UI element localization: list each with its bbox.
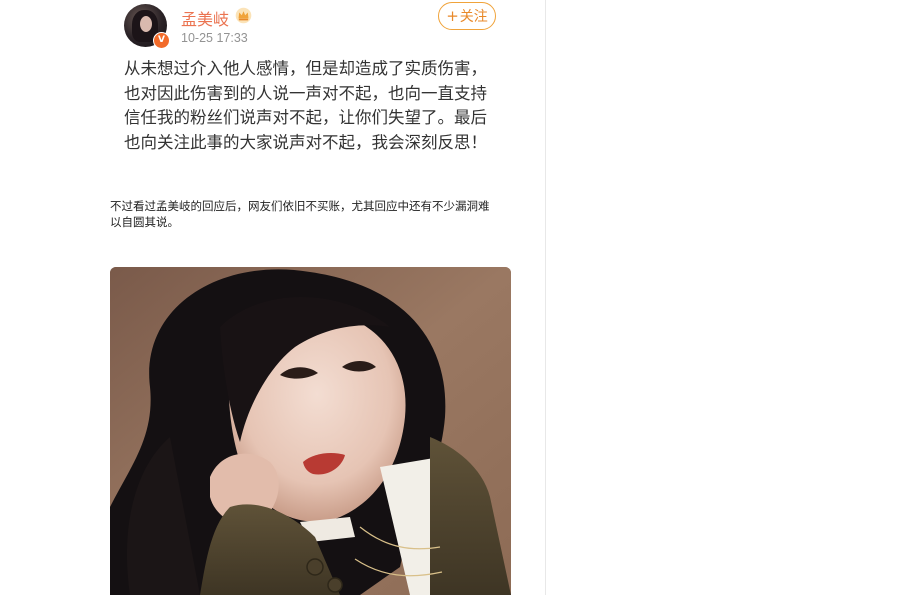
post-text: 从未想过介入他人感情，但是却造成了实质伤害， 也对因此伤害到的人说一声对不起，也… — [124, 57, 504, 155]
article-paragraph: 不过看过孟美岐的回应后，网友们依旧不买账，尤其回应中还有不少漏洞难 以自圆其说。 — [110, 198, 530, 230]
article-paragraph-line: 以自圆其说。 — [110, 215, 179, 229]
column-divider — [545, 0, 546, 595]
article-page: V 孟美岐 10-25 17:33 +关注 从未想过介入他人感情，但是却造成了实… — [0, 0, 897, 595]
post-text-line: 也对因此伤害到的人说一声对不起，也向一直支持 — [124, 83, 487, 103]
article-paragraph-line: 不过看过孟美岐的回应后，网友们依旧不买账，尤其回应中还有不少漏洞难 — [110, 199, 490, 213]
follow-button[interactable]: +关注 — [438, 2, 496, 30]
follow-button-label: 关注 — [459, 9, 488, 25]
post-text-line: 从未想过介入他人感情，但是却造成了实质伤害， — [124, 59, 487, 78]
post-timestamp: 10-25 17:33 — [181, 31, 248, 45]
post-text-line: 信任我的粉丝们说声对不起，让你们失望了。最后 — [124, 108, 487, 127]
portrait-photo-illustration — [110, 267, 511, 595]
plus-icon: + — [446, 7, 459, 25]
verified-badge-icon: V — [153, 32, 170, 49]
crown-icon — [235, 7, 252, 24]
author-name[interactable]: 孟美岐 — [181, 6, 229, 30]
post-text-line: 也向关注此事的大家说声对不起，我会深刻反思！ — [124, 132, 487, 152]
portrait-photo[interactable] — [110, 267, 511, 595]
avatar-face — [140, 16, 152, 32]
